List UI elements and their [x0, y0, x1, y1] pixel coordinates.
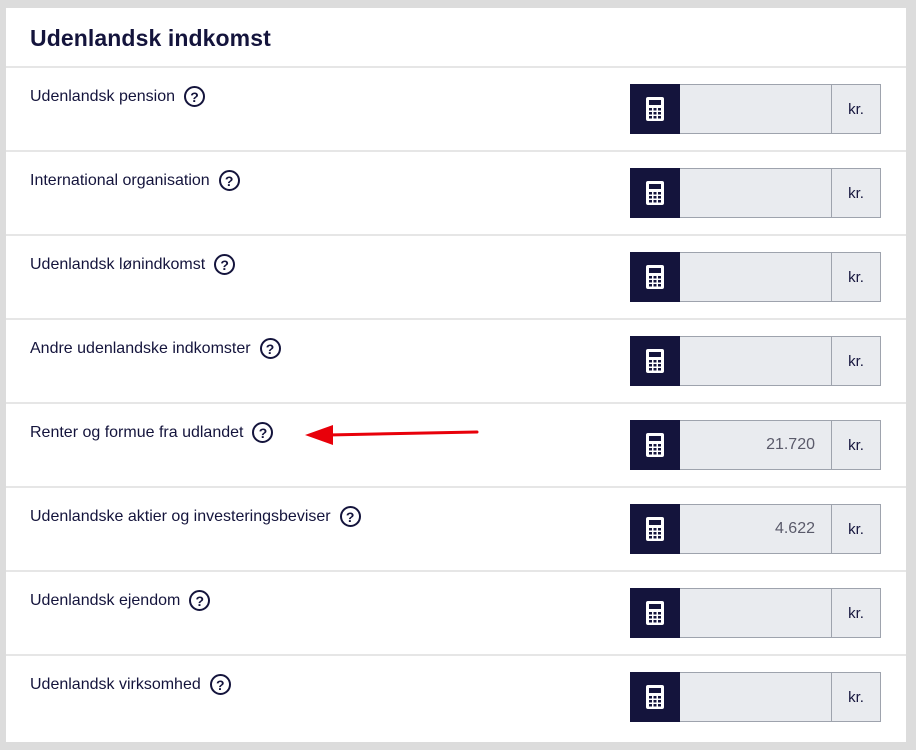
- row-label: Udenlandsk lønindkomst: [30, 255, 206, 273]
- unit-label: kr.: [831, 504, 881, 554]
- row-label: International organisation: [30, 171, 210, 189]
- amount-input-group: kr.: [630, 168, 881, 218]
- row-label-group: Udenlandsk lønindkomst ?: [30, 254, 236, 275]
- calculator-button[interactable]: [630, 84, 680, 134]
- calculator-button[interactable]: [630, 168, 680, 218]
- income-rows: Udenlandsk pension ? kr. International o…: [6, 68, 906, 740]
- row-label-group: Udenlandsk virksomhed ?: [30, 674, 231, 695]
- foreign-income-panel: Udenlandsk indkomst Udenlandsk pension ?: [6, 8, 906, 742]
- income-row: International organisation ? kr.: [6, 152, 906, 236]
- income-row: Udenlandsk lønindkomst ? kr.: [6, 236, 906, 320]
- question-circle-icon[interactable]: ?: [189, 590, 211, 611]
- income-row: Udenlandsk virksomhed ? kr.: [6, 656, 906, 740]
- row-label-group: Udenlandsk pension ?: [30, 86, 205, 107]
- calculator-icon: [646, 433, 664, 457]
- income-row: Udenlandsk pension ? kr.: [6, 68, 906, 152]
- calculator-button[interactable]: [630, 588, 680, 638]
- question-circle-icon[interactable]: ?: [259, 338, 281, 359]
- calculator-button[interactable]: [630, 252, 680, 302]
- calculator-icon: [646, 601, 664, 625]
- calculator-icon: [646, 181, 664, 205]
- row-label: Udenlandsk pension: [30, 87, 175, 105]
- panel-header: Udenlandsk indkomst: [6, 8, 906, 68]
- question-circle-icon[interactable]: ?: [209, 674, 231, 695]
- amount-input[interactable]: [680, 252, 831, 302]
- calculator-icon: [646, 265, 664, 289]
- row-label: Udenlandsk virksomhed: [30, 675, 201, 693]
- row-label: Renter og formue fra udlandet: [30, 423, 244, 441]
- amount-input-group: kr.: [630, 672, 881, 722]
- question-circle-icon[interactable]: ?: [184, 86, 205, 107]
- calculator-icon: [646, 685, 664, 709]
- calculator-button[interactable]: [630, 504, 680, 554]
- amount-input-group: kr.: [630, 504, 881, 554]
- row-label-group: Renter og formue fra udlandet ?: [30, 422, 274, 443]
- income-row: Andre udenlandske indkomster ? kr.: [6, 320, 906, 404]
- calculator-icon: [646, 517, 664, 541]
- question-circle-icon[interactable]: ?: [252, 422, 274, 443]
- section-title: Udenlandsk indkomst: [30, 24, 271, 51]
- amount-input[interactable]: [680, 420, 831, 470]
- row-label-group: International organisation ?: [30, 170, 240, 191]
- calculator-icon: [646, 349, 664, 373]
- question-circle-icon[interactable]: ?: [339, 506, 361, 527]
- income-row: Udenlandsk ejendom ? kr.: [6, 572, 906, 656]
- unit-label: kr.: [831, 588, 881, 638]
- unit-label: kr.: [831, 420, 881, 470]
- row-label: Udenlandske aktier og investeringsbevise…: [30, 507, 331, 525]
- question-circle-icon[interactable]: ?: [218, 170, 240, 191]
- unit-label: kr.: [831, 672, 881, 722]
- income-row: Udenlandske aktier og investeringsbevise…: [6, 488, 906, 572]
- unit-label: kr.: [831, 168, 881, 218]
- amount-input-group: kr.: [630, 252, 881, 302]
- amount-input-group: kr.: [630, 588, 881, 638]
- calculator-icon: [646, 97, 664, 121]
- row-label-group: Andre udenlandske indkomster ?: [30, 338, 281, 359]
- calculator-button[interactable]: [630, 336, 680, 386]
- income-row: Renter og formue fra udlandet ? 21.720 k…: [6, 404, 906, 488]
- amount-input-group: kr.: [630, 420, 881, 470]
- unit-label: kr.: [831, 336, 881, 386]
- amount-input-group: kr.: [630, 336, 881, 386]
- row-label-group: Udenlandsk ejendom ?: [30, 590, 211, 611]
- amount-input[interactable]: [680, 168, 831, 218]
- question-circle-icon[interactable]: ?: [214, 254, 236, 275]
- amount-input[interactable]: [680, 84, 831, 134]
- amount-input[interactable]: [680, 336, 831, 386]
- amount-input[interactable]: [680, 672, 831, 722]
- calculator-button[interactable]: [630, 672, 680, 722]
- unit-label: kr.: [831, 84, 881, 134]
- amount-input[interactable]: [680, 588, 831, 638]
- row-label: Andre udenlandske indkomster: [30, 339, 251, 357]
- row-label-group: Udenlandske aktier og investeringsbevise…: [30, 506, 361, 527]
- calculator-button[interactable]: [630, 420, 680, 470]
- amount-input-group: kr.: [630, 84, 881, 134]
- row-label: Udenlandsk ejendom: [30, 591, 181, 609]
- unit-label: kr.: [831, 252, 881, 302]
- amount-input[interactable]: [680, 504, 831, 554]
